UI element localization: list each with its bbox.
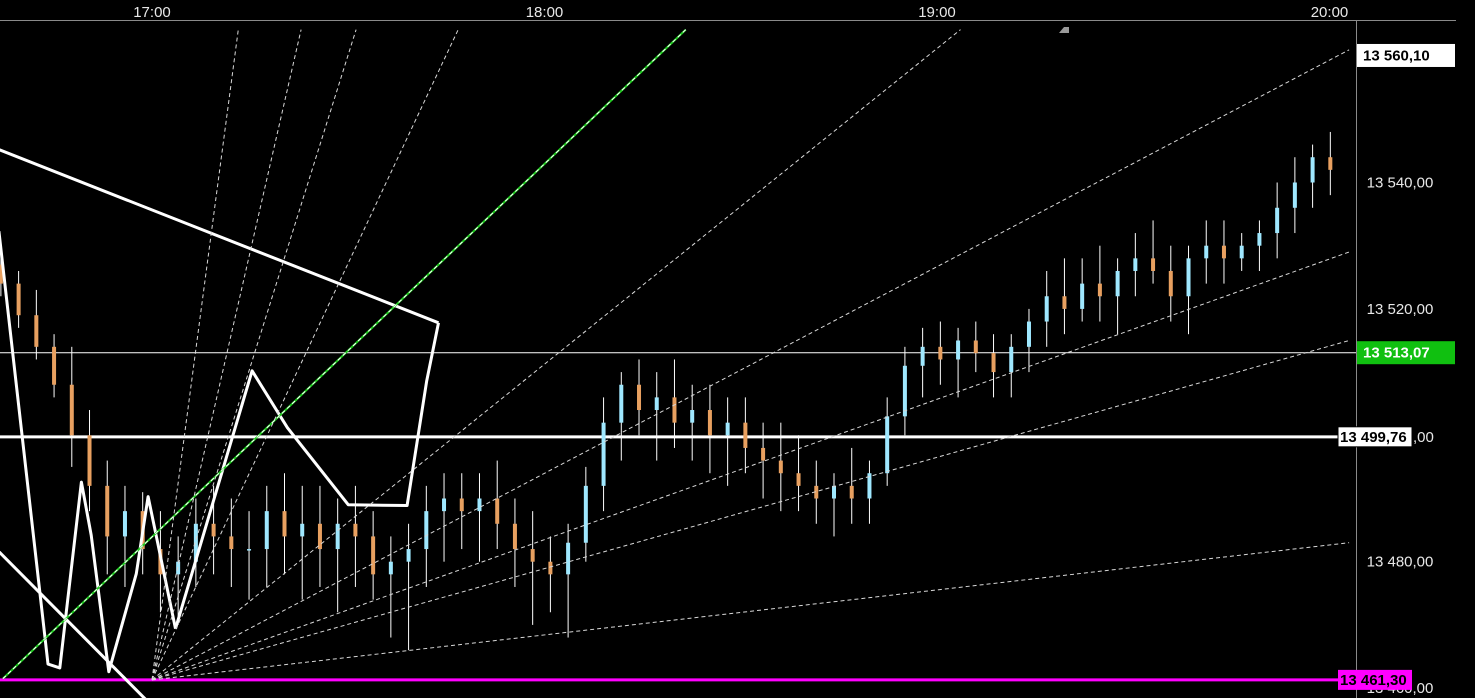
- candle-body: [1044, 296, 1049, 322]
- candle-body: [1009, 346, 1014, 373]
- candle-body: [796, 473, 801, 486]
- candle-body: [1026, 321, 1031, 347]
- price-label-white: 13 560,10: [1363, 47, 1430, 64]
- candle-body: [1275, 207, 1280, 234]
- candle-body: [743, 422, 748, 448]
- candle-body: [335, 523, 340, 550]
- candle-body: [247, 549, 252, 551]
- time-tick-label: 18:00: [526, 4, 564, 21]
- candle-body: [424, 511, 429, 550]
- candle-body: [832, 485, 837, 499]
- candle-body: [530, 549, 535, 562]
- candle-body: [583, 485, 588, 543]
- candle-body: [654, 397, 659, 411]
- time-tick-label: 17:00: [133, 4, 171, 21]
- candle-body: [1097, 283, 1102, 297]
- candle-body: [672, 397, 677, 423]
- price-label-magenta: 13 461,30: [1340, 672, 1407, 689]
- candle-body: [264, 511, 269, 550]
- candle-body: [52, 346, 57, 385]
- candle-body: [938, 346, 943, 360]
- candle-body: [282, 511, 287, 537]
- candle-body: [1221, 245, 1226, 259]
- candle-body: [725, 422, 730, 436]
- candle-body: [388, 561, 393, 575]
- price-label-green: 13 513,07: [1363, 345, 1430, 362]
- candle-body: [548, 561, 553, 575]
- candle-body: [991, 353, 996, 373]
- price-tick-partial: ,00: [1413, 429, 1434, 446]
- price-chart[interactable]: 17:00 18:00 19:00 20:00 ,00 13 540,00 13 520…: [0, 0, 1475, 698]
- candle-body: [300, 523, 305, 537]
- candle-body: [849, 485, 854, 499]
- price-label-outline: 13 499,76: [1340, 429, 1407, 446]
- candle-body: [707, 410, 712, 436]
- candle-body: [885, 416, 890, 474]
- price-tick-label: 13 540,00: [1367, 175, 1434, 192]
- candle-body: [16, 283, 21, 316]
- candle-body: [69, 384, 74, 436]
- candle-body: [34, 315, 39, 347]
- candle-body: [956, 340, 961, 360]
- candle-body: [1151, 258, 1156, 271]
- candle-body: [566, 542, 571, 575]
- candle-body: [1186, 258, 1191, 297]
- candle-body: [761, 447, 766, 461]
- candle-body: [1204, 245, 1209, 259]
- candle-body: [1257, 233, 1262, 246]
- candle-body: [902, 365, 907, 417]
- candle-body: [229, 536, 234, 550]
- candle-body: [353, 523, 358, 537]
- candle-body: [1115, 270, 1120, 297]
- candle-body: [778, 460, 783, 474]
- candle-body: [442, 498, 447, 512]
- candle-body: [1239, 245, 1244, 259]
- candle-body: [973, 340, 978, 354]
- chart-background: [0, 0, 1475, 698]
- candle-body: [920, 346, 925, 366]
- candle-body: [1292, 182, 1297, 208]
- candle-body: [1168, 270, 1173, 297]
- price-tick-label: 13 520,00: [1367, 301, 1434, 318]
- price-tick-label: 13 480,00: [1367, 554, 1434, 571]
- candle-body: [211, 523, 216, 537]
- candle-body: [637, 384, 642, 411]
- candle-body: [1080, 283, 1085, 309]
- candle-body: [87, 435, 92, 486]
- candle-body: [1062, 296, 1067, 309]
- candle-body: [495, 498, 500, 524]
- candle-body: [371, 536, 376, 575]
- candle-body: [1310, 157, 1315, 183]
- candle-body: [406, 549, 411, 562]
- candle-body: [317, 523, 322, 550]
- time-tick-label: 19:00: [918, 4, 956, 21]
- candle-body: [1328, 157, 1333, 170]
- time-tick-label: 20:00: [1311, 4, 1349, 21]
- candle-body: [601, 422, 606, 486]
- candle-body: [690, 410, 695, 423]
- candle-body: [105, 485, 110, 537]
- candle-body: [122, 511, 127, 537]
- candle-body: [459, 498, 464, 512]
- candle-body: [619, 384, 624, 423]
- candle-body: [1133, 258, 1138, 271]
- candle-body: [512, 523, 517, 550]
- candle-body: [477, 498, 482, 512]
